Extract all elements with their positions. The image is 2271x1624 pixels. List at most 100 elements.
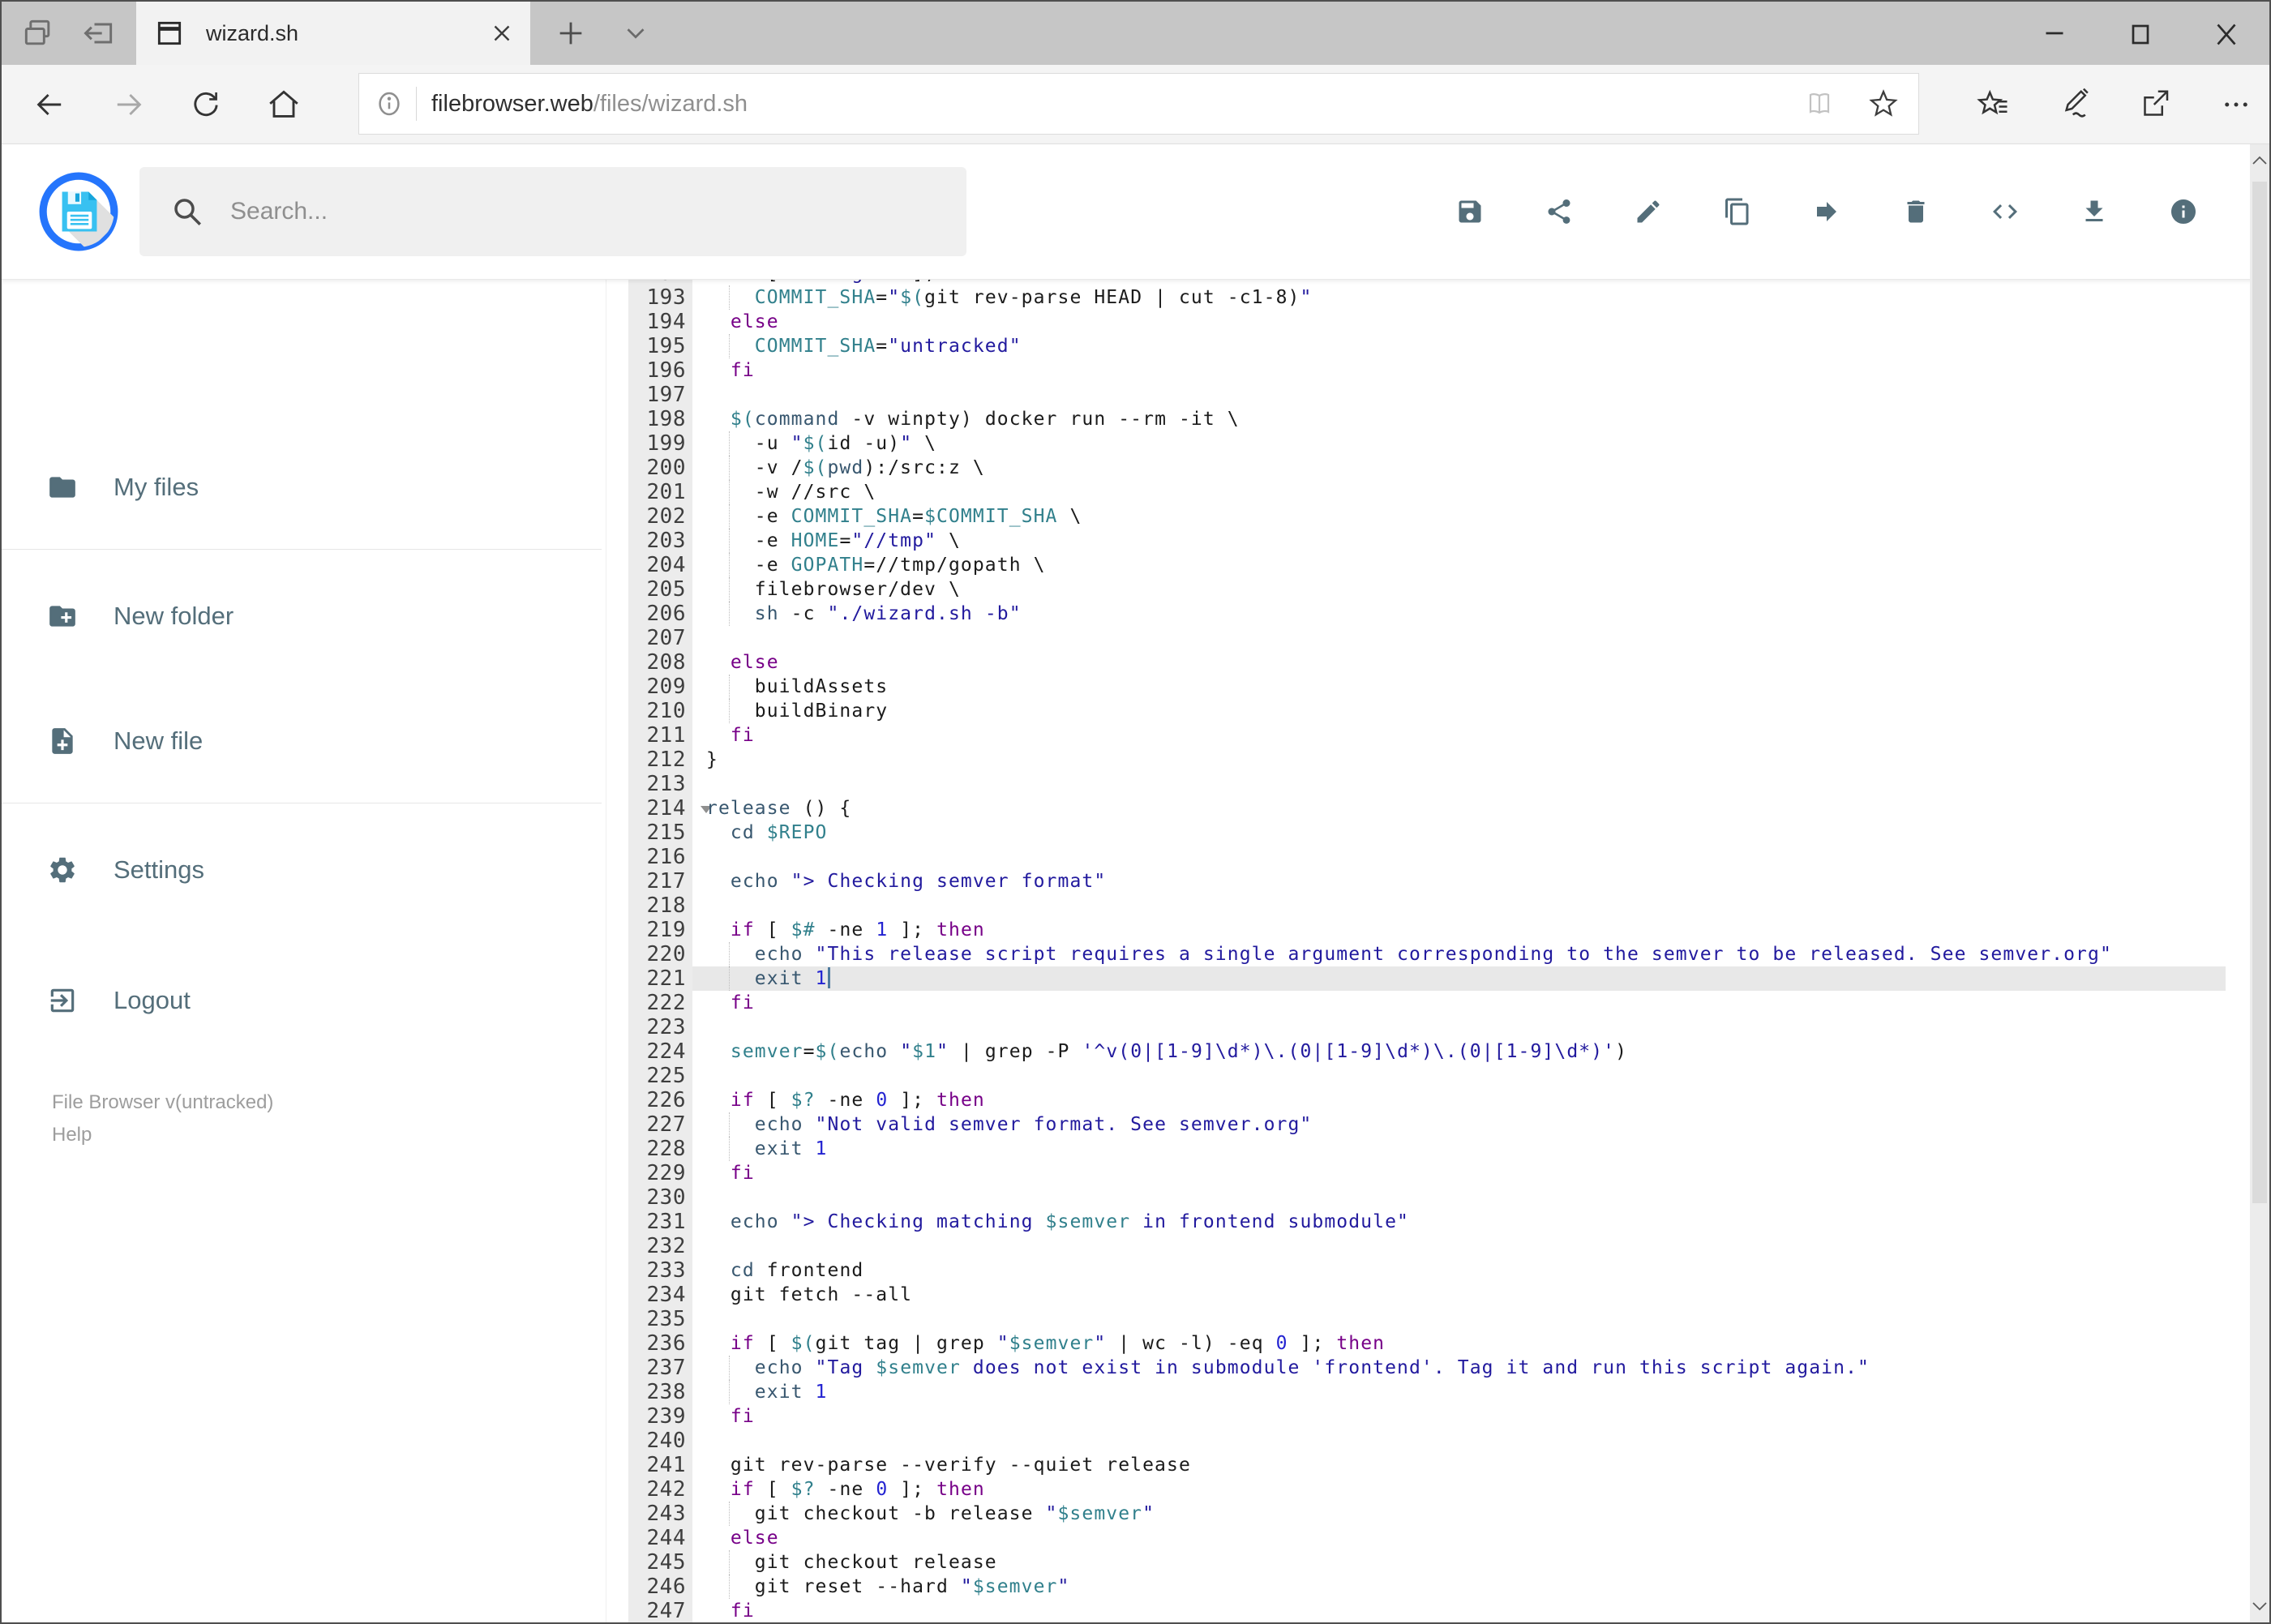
sidebar-item-my-files[interactable]: My files (2, 453, 569, 521)
address-bar[interactable]: filebrowser.web/files/wizard.sh (358, 73, 1919, 135)
code-line[interactable]: 226 if [ $? -ne 0 ]; then (606, 1088, 2226, 1112)
minimize-button[interactable] (2012, 2, 2097, 65)
code-editor[interactable]: 192 if [ -d ".git" ]; then193 COMMIT_SHA… (606, 279, 2226, 1622)
search-input[interactable] (229, 197, 921, 226)
code-line[interactable]: 193 COMMIT_SHA="$(git rev-parse HEAD | c… (606, 285, 2226, 310)
reading-view-icon[interactable] (1802, 86, 1837, 122)
share-file-icon[interactable] (1545, 197, 1574, 226)
code-line[interactable]: 225 (606, 1064, 2226, 1088)
code-line[interactable]: 204 -e GOPATH=//tmp/gopath \ (606, 553, 2226, 577)
code-line[interactable]: 244 else (606, 1526, 2226, 1550)
share-icon[interactable] (2115, 65, 2196, 144)
sidebar-item-logout[interactable]: Logout (2, 966, 569, 1035)
close-button[interactable] (2183, 2, 2269, 65)
code-line[interactable]: 198 $(command -v winpty) docker run --rm… (606, 407, 2226, 431)
code-line[interactable]: 223 (606, 1015, 2226, 1039)
scrollbar-thumb[interactable] (2252, 182, 2267, 1203)
code-line[interactable]: 194 else (606, 310, 2226, 334)
annotate-pen-icon[interactable] (2033, 65, 2115, 144)
code-line[interactable]: 247 fi (606, 1599, 2226, 1622)
browser-tab[interactable]: wizard.sh (136, 2, 530, 65)
code-line[interactable]: 213 (606, 772, 2226, 796)
more-options-icon[interactable] (2196, 65, 2269, 144)
code-line[interactable]: 235 (606, 1307, 2226, 1331)
delete-icon[interactable] (1901, 197, 1930, 226)
filebrowser-logo-icon[interactable] (37, 170, 120, 253)
scroll-down-icon[interactable] (2250, 1590, 2269, 1622)
tab-close-icon[interactable] (488, 19, 516, 47)
code-line[interactable]: 239 fi (606, 1404, 2226, 1429)
code-line[interactable]: 233 cd frontend (606, 1258, 2226, 1283)
move-icon[interactable] (1812, 197, 1841, 226)
save-icon[interactable] (1455, 197, 1485, 226)
code-line[interactable]: 202 -e COMMIT_SHA=$COMMIT_SHA \ (606, 504, 2226, 529)
new-tab-button[interactable] (550, 2, 592, 65)
scroll-up-icon[interactable] (2250, 144, 2269, 177)
code-line[interactable]: 210 buildBinary (606, 699, 2226, 723)
code-line[interactable]: 246 git reset --hard "$semver" (606, 1575, 2226, 1599)
sidebar-item-settings[interactable]: Settings (2, 836, 569, 904)
code-line[interactable]: 222 fi (606, 991, 2226, 1015)
code-line[interactable]: 228 exit 1 (606, 1137, 2226, 1161)
forward-icon[interactable] (89, 65, 167, 144)
set-tabs-aside-icon[interactable] (80, 15, 118, 51)
code-line[interactable]: 218 (606, 893, 2226, 918)
back-icon[interactable] (11, 65, 89, 144)
code-line[interactable]: 245 git checkout release (606, 1550, 2226, 1575)
code-line[interactable]: 224 semver=$(echo "$1" | grep -P '^v(0|[… (606, 1039, 2226, 1064)
code-line[interactable]: 196 fi (606, 358, 2226, 383)
code-line[interactable]: 197 (606, 383, 2226, 407)
tab-list-chevron-icon[interactable] (615, 2, 657, 65)
code-line[interactable]: 207 (606, 626, 2226, 650)
code-line[interactable]: 236 if [ $(git tag | grep "$semver" | wc… (606, 1331, 2226, 1356)
code-line[interactable]: 203 -e HOME="//tmp" \ (606, 529, 2226, 553)
help-link[interactable]: Help (52, 1119, 273, 1151)
code-line[interactable]: 238 exit 1 (606, 1380, 2226, 1404)
sidebar-item-new-file[interactable]: New file (2, 707, 569, 775)
download-icon[interactable] (2080, 197, 2109, 226)
code-line[interactable]: 240 (606, 1429, 2226, 1453)
code-line[interactable]: 234 git fetch --all (606, 1283, 2226, 1307)
info-icon[interactable] (2169, 197, 2198, 226)
code-line[interactable]: 214 release () { (606, 796, 2226, 821)
code-line[interactable]: 216 (606, 845, 2226, 869)
code-line[interactable]: 200 -v /$(pwd):/src:z \ (606, 456, 2226, 480)
code-line[interactable]: 206 sh -c "./wizard.sh -b" (606, 602, 2226, 626)
code-line[interactable]: 195 COMMIT_SHA="untracked" (606, 334, 2226, 358)
code-line[interactable]: 219 if [ $# -ne 1 ]; then (606, 918, 2226, 942)
code-line[interactable]: 208 else (606, 650, 2226, 675)
search-box[interactable] (139, 167, 966, 256)
code-line[interactable]: 217 echo "> Checking semver format" (606, 869, 2226, 893)
code-line[interactable]: 192 if [ -d ".git" ]; then (606, 279, 2226, 285)
code-line[interactable]: 237 echo "Tag $semver does not exist in … (606, 1356, 2226, 1380)
code-line[interactable]: 241 git rev-parse --verify --quiet relea… (606, 1453, 2226, 1477)
favorite-star-icon[interactable] (1865, 85, 1902, 122)
code-line[interactable]: 230 (606, 1185, 2226, 1210)
code-line[interactable]: 243 git checkout -b release "$semver" (606, 1502, 2226, 1526)
raw-code-icon[interactable] (1990, 197, 2020, 226)
code-line[interactable]: 201 -w //src \ (606, 480, 2226, 504)
code-line[interactable]: 215 cd $REPO (606, 821, 2226, 845)
page-scrollbar[interactable] (2250, 144, 2269, 1622)
url-text[interactable]: filebrowser.web/files/wizard.sh (431, 91, 748, 118)
home-icon[interactable] (245, 65, 323, 144)
code-line[interactable]: 205 filebrowser/dev \ (606, 577, 2226, 602)
refresh-icon[interactable] (167, 65, 245, 144)
code-line[interactable]: 221 exit 1 (606, 966, 2226, 991)
code-line[interactable]: 232 (606, 1234, 2226, 1258)
sidebar-item-new-folder[interactable]: New folder (2, 582, 569, 650)
code-line[interactable]: 229 fi (606, 1161, 2226, 1185)
code-line[interactable]: 199 -u "$(id -u)" \ (606, 431, 2226, 456)
maximize-button[interactable] (2097, 2, 2183, 65)
copy-icon[interactable] (1723, 197, 1752, 226)
code-line[interactable]: 242 if [ $? -ne 0 ]; then (606, 1477, 2226, 1502)
site-info-icon[interactable] (374, 88, 405, 119)
edit-icon[interactable] (1634, 197, 1663, 226)
code-line[interactable]: 227 echo "Not valid semver format. See s… (606, 1112, 2226, 1137)
code-line[interactable]: 212} (606, 748, 2226, 772)
tab-preview-icon[interactable] (20, 15, 56, 51)
code-line[interactable]: 231 echo "> Checking matching $semver in… (606, 1210, 2226, 1234)
code-line[interactable]: 209 buildAssets (606, 675, 2226, 699)
code-line[interactable]: 211 fi (606, 723, 2226, 748)
code-line[interactable]: 220 echo "This release script requires a… (606, 942, 2226, 966)
